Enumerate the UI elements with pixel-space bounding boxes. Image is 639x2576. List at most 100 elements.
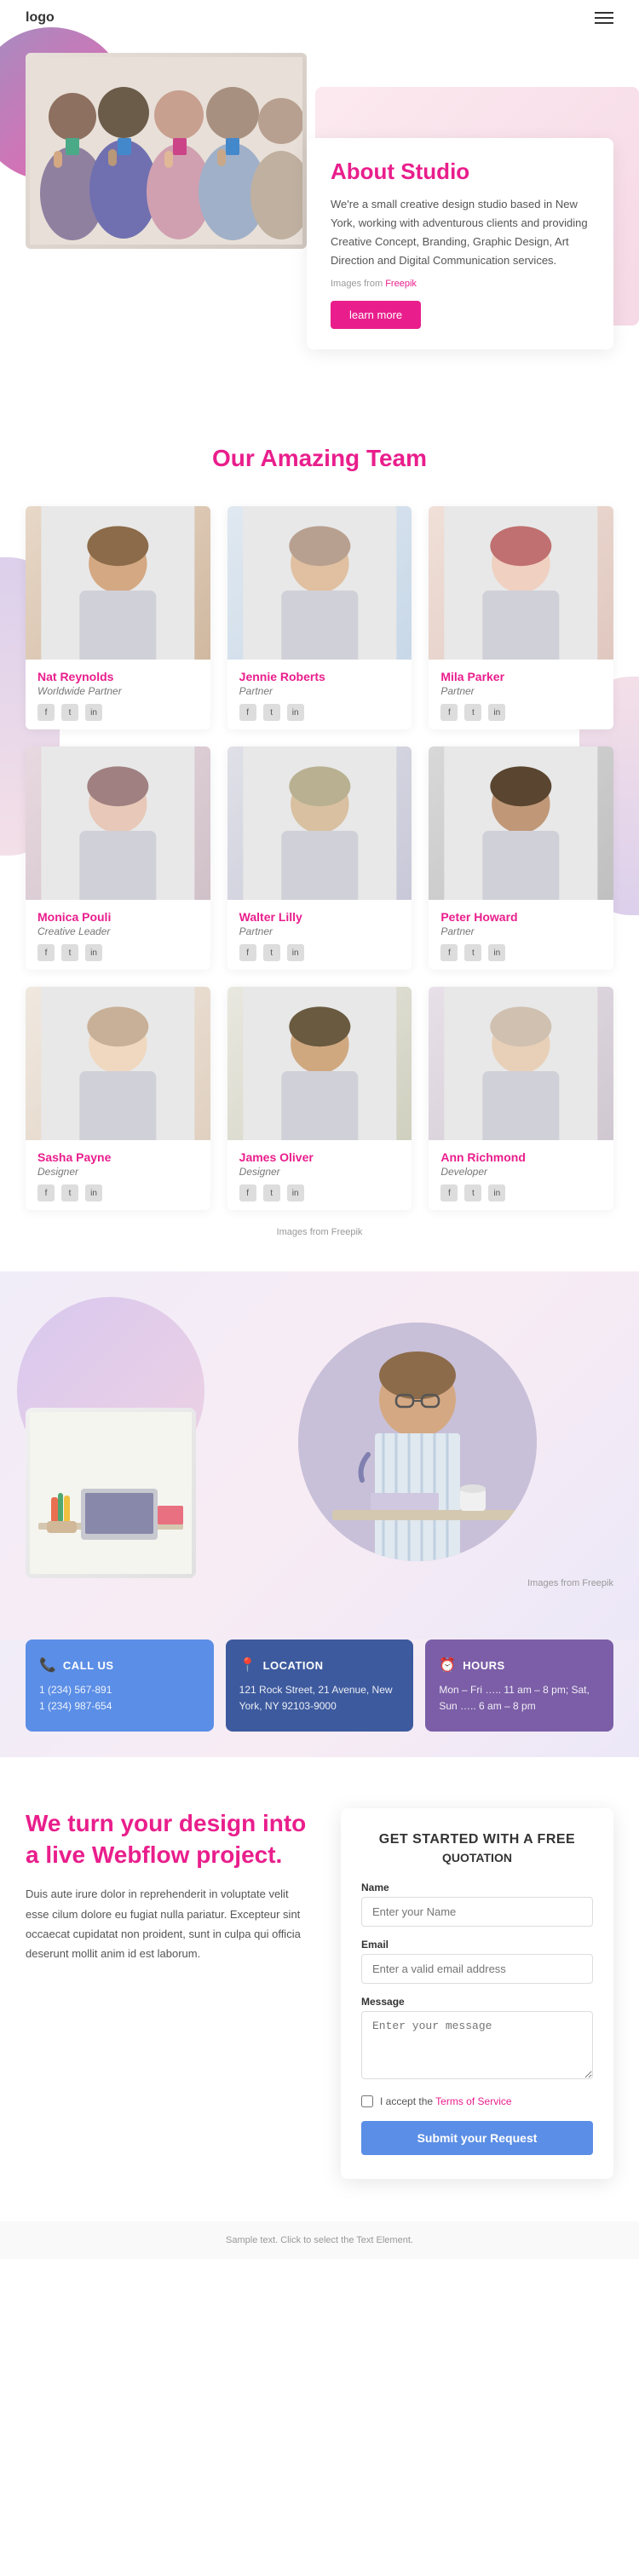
- about-desc: We're a small creative design studio bas…: [331, 195, 590, 270]
- info-card-title: LOCATION: [263, 1659, 324, 1672]
- member-photo: [227, 746, 412, 900]
- feature-person: [298, 1323, 537, 1561]
- member-info: Mila Parker Partner f t in: [429, 660, 613, 729]
- instagram-icon[interactable]: in: [488, 704, 505, 721]
- team-grid: Nat Reynolds Worldwide Partner f t in Je…: [26, 506, 613, 1210]
- team-member-card: Nat Reynolds Worldwide Partner f t in: [26, 506, 210, 729]
- member-info: Walter Lilly Partner f t in: [227, 900, 412, 970]
- info-card-text: 121 Rock Street, 21 Avenue, New York, NY…: [239, 1682, 400, 1714]
- member-name: Walter Lilly: [239, 910, 400, 924]
- member-role: Worldwide Partner: [37, 685, 199, 697]
- member-name: Jennie Roberts: [239, 670, 400, 683]
- facebook-icon[interactable]: f: [440, 704, 458, 721]
- info-card-icon: 📍: [239, 1657, 256, 1674]
- twitter-icon[interactable]: t: [263, 1184, 280, 1202]
- info-card: ⏰ HOURS Mon – Fri ….. 11 am – 8 pm; Sat,…: [425, 1640, 613, 1732]
- member-name: Peter Howard: [440, 910, 602, 924]
- twitter-icon[interactable]: t: [61, 944, 78, 961]
- member-photo: [26, 987, 210, 1140]
- member-name: Nat Reynolds: [37, 670, 199, 683]
- info-card: 📍 LOCATION 121 Rock Street, 21 Avenue, N…: [226, 1640, 414, 1732]
- info-card-text: Sun ….. 6 am – 8 pm: [439, 1698, 600, 1714]
- team-member-card: Ann Richmond Developer f t in: [429, 987, 613, 1210]
- email-input[interactable]: [361, 1954, 593, 1984]
- info-card-header: 📍 LOCATION: [239, 1657, 400, 1674]
- instagram-icon[interactable]: in: [85, 704, 102, 721]
- member-role: Creative Leader: [37, 925, 199, 937]
- info-card-header: ⏰ HOURS: [439, 1657, 600, 1674]
- bottom-left: We turn your design into a live Webflow …: [26, 1808, 307, 1963]
- twitter-icon[interactable]: t: [464, 704, 481, 721]
- instagram-icon[interactable]: in: [287, 704, 304, 721]
- logo: logo: [26, 10, 55, 26]
- instagram-icon[interactable]: in: [488, 1184, 505, 1202]
- freepik-link[interactable]: Freepik: [385, 279, 417, 289]
- instagram-icon[interactable]: in: [85, 1184, 102, 1202]
- terms-link[interactable]: Terms of Service: [435, 2095, 511, 2107]
- facebook-icon[interactable]: f: [37, 1184, 55, 1202]
- info-card-icon: 📞: [39, 1657, 56, 1674]
- member-info: James Oliver Designer f t in: [227, 1140, 412, 1210]
- social-icons: f t in: [37, 1184, 199, 1202]
- facebook-icon[interactable]: f: [37, 704, 55, 721]
- instagram-icon[interactable]: in: [85, 944, 102, 961]
- facebook-icon[interactable]: f: [440, 944, 458, 961]
- facebook-icon[interactable]: f: [37, 944, 55, 961]
- member-photo: [26, 506, 210, 660]
- facebook-icon[interactable]: f: [239, 1184, 256, 1202]
- info-card-title: CALL US: [63, 1659, 114, 1672]
- member-info: Sasha Payne Designer f t in: [26, 1140, 210, 1210]
- info-card-body: 121 Rock Street, 21 Avenue, New York, NY…: [239, 1682, 400, 1714]
- member-role: Designer: [37, 1166, 199, 1178]
- twitter-icon[interactable]: t: [464, 1184, 481, 1202]
- twitter-icon[interactable]: t: [61, 1184, 78, 1202]
- social-icons: f t in: [440, 704, 602, 721]
- twitter-icon[interactable]: t: [263, 944, 280, 961]
- info-card-text: 1 (234) 567-891: [39, 1682, 200, 1698]
- member-role: Partner: [440, 925, 602, 937]
- bottom-left-desc: Duis aute irure dolor in reprehenderit i…: [26, 1884, 307, 1964]
- facebook-icon[interactable]: f: [239, 704, 256, 721]
- email-label: Email: [361, 1939, 593, 1951]
- instagram-icon[interactable]: in: [488, 944, 505, 961]
- info-card-header: 📞 CALL US: [39, 1657, 200, 1674]
- member-info: Monica Pouli Creative Leader f t in: [26, 900, 210, 970]
- message-textarea[interactable]: [361, 2011, 593, 2079]
- twitter-icon[interactable]: t: [61, 704, 78, 721]
- team-member-card: Peter Howard Partner f t in: [429, 746, 613, 970]
- social-icons: f t in: [239, 1184, 400, 1202]
- learn-more-button[interactable]: learn more: [331, 301, 421, 329]
- member-name: Monica Pouli: [37, 910, 199, 924]
- member-info: Ann Richmond Developer f t in: [429, 1140, 613, 1210]
- team-member-card: Monica Pouli Creative Leader f t in: [26, 746, 210, 970]
- instagram-icon[interactable]: in: [287, 944, 304, 961]
- member-role: Partner: [239, 925, 400, 937]
- name-input[interactable]: [361, 1897, 593, 1927]
- info-card-body: Mon – Fri ….. 11 am – 8 pm; Sat,Sun ….. …: [439, 1682, 600, 1714]
- team-section: Our Amazing Team Nat Reynolds Worldwide …: [0, 394, 639, 1271]
- twitter-icon[interactable]: t: [464, 944, 481, 961]
- hero-section: About Studio We're a small creative desi…: [0, 36, 639, 394]
- terms-checkbox[interactable]: [361, 2095, 373, 2107]
- info-card-icon: ⏰: [439, 1657, 456, 1674]
- hamburger-menu[interactable]: [595, 12, 613, 24]
- social-icons: f t in: [239, 704, 400, 721]
- info-card: 📞 CALL US 1 (234) 567-8911 (234) 987-654: [26, 1640, 214, 1732]
- form-title: GET STARTED WITH A FREE: [361, 1832, 593, 1847]
- member-role: Partner: [440, 685, 602, 697]
- facebook-icon[interactable]: f: [239, 944, 256, 961]
- info-card-text: 1 (234) 987-654: [39, 1698, 200, 1714]
- facebook-icon[interactable]: f: [440, 1184, 458, 1202]
- info-card-text: Mon – Fri ….. 11 am – 8 pm; Sat,: [439, 1682, 600, 1698]
- member-info: Peter Howard Partner f t in: [429, 900, 613, 970]
- submit-button[interactable]: Submit your Request: [361, 2121, 593, 2155]
- quotation-form: GET STARTED WITH A FREE QUOTATION Name E…: [341, 1808, 613, 2179]
- desk-items: [26, 1408, 196, 1578]
- message-label: Message: [361, 1996, 593, 2008]
- instagram-icon[interactable]: in: [287, 1184, 304, 1202]
- twitter-icon[interactable]: t: [263, 704, 280, 721]
- member-role: Designer: [239, 1166, 400, 1178]
- social-icons: f t in: [440, 944, 602, 961]
- about-title: About Studio: [331, 158, 590, 185]
- team-member-card: Walter Lilly Partner f t in: [227, 746, 412, 970]
